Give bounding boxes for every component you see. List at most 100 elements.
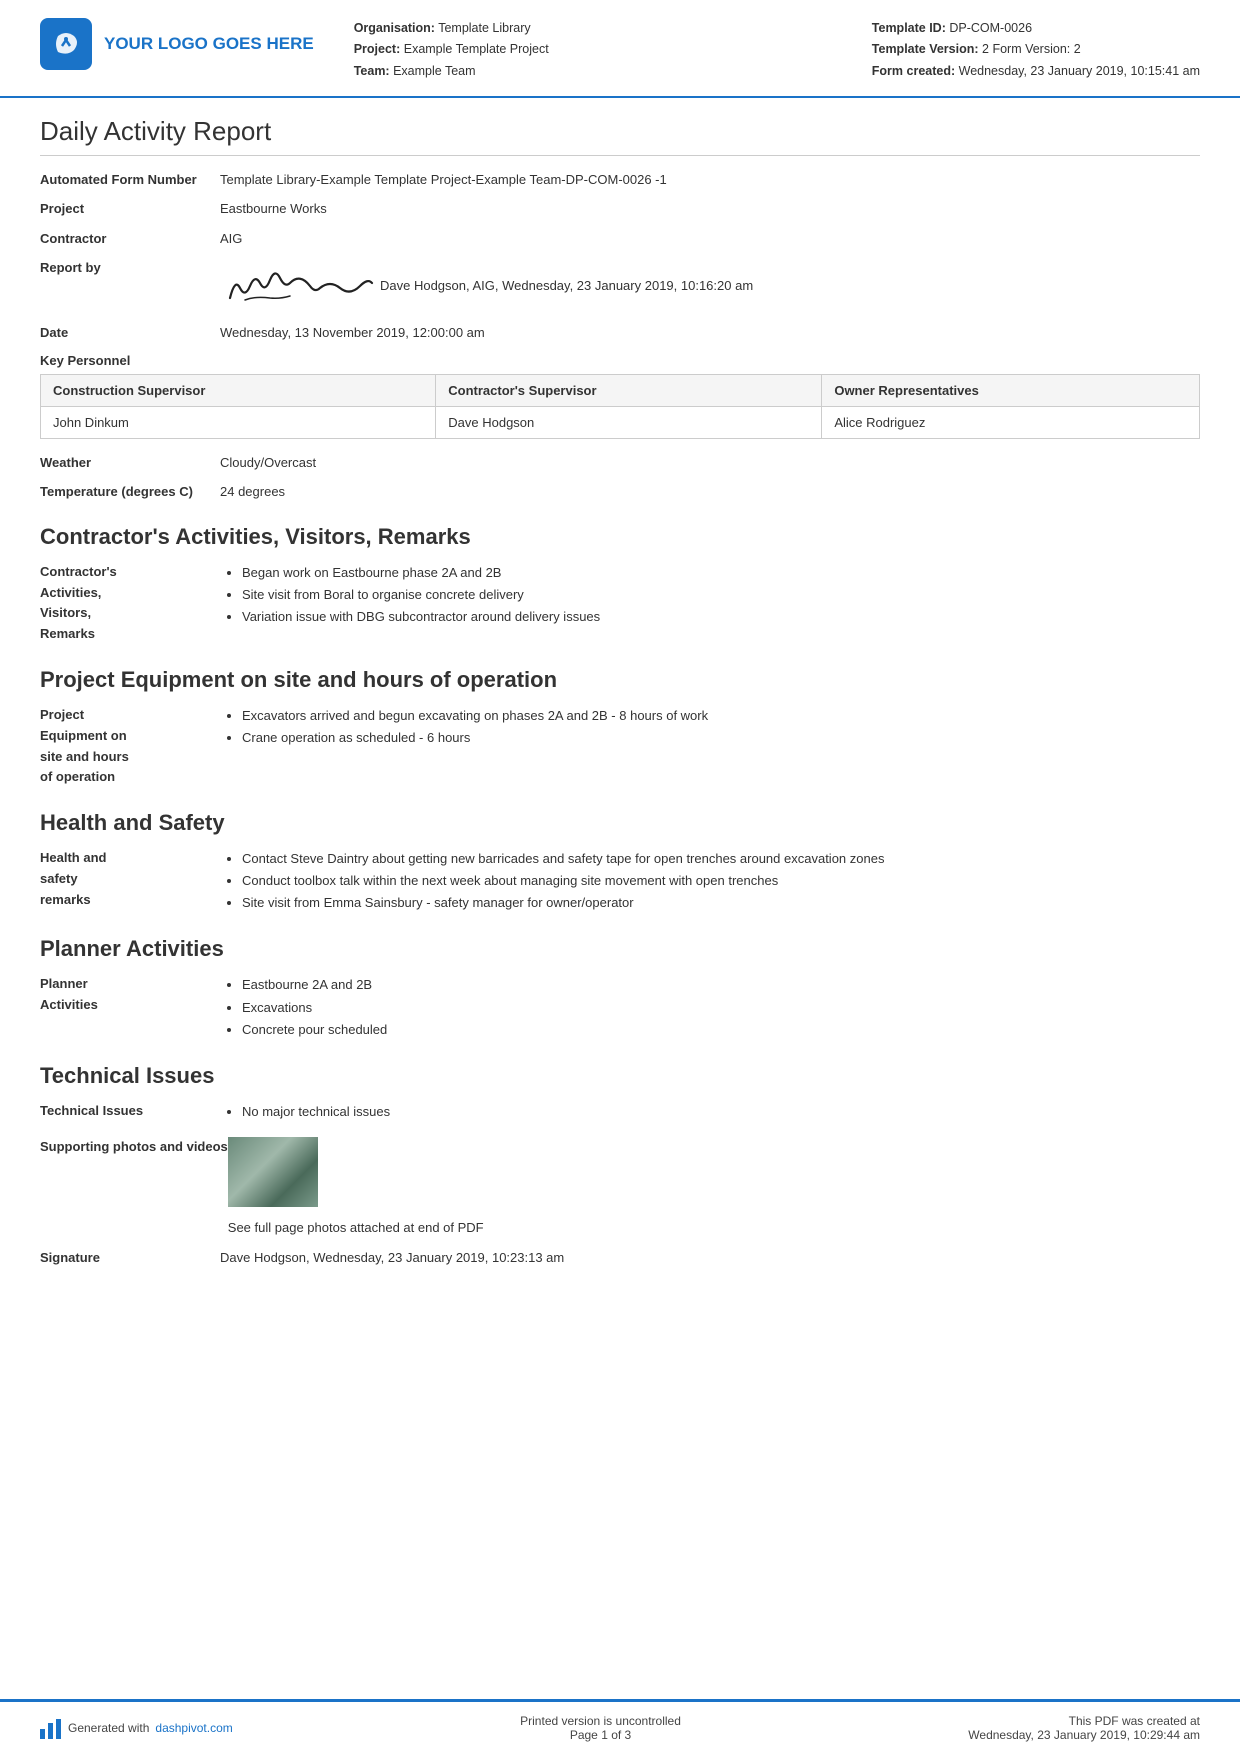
- header: YOUR LOGO GOES HERE Organisation: Templa…: [0, 0, 1240, 98]
- contractors-supervisor-value: Dave Hodgson: [436, 406, 822, 438]
- health-safety-label: Health andsafetyremarks: [40, 848, 220, 910]
- automated-form-number-label: Automated Form Number: [40, 170, 220, 190]
- date-label: Date: [40, 323, 220, 343]
- project-equipment-field: ProjectEquipment onsite and hoursof oper…: [40, 705, 1200, 788]
- list-item: No major technical issues: [242, 1101, 1200, 1123]
- weather-value: Cloudy/Overcast: [220, 453, 1200, 473]
- template-version-value: 2 Form Version: 2: [982, 42, 1081, 56]
- list-item: Variation issue with DBG subcontractor a…: [242, 606, 1200, 628]
- pdf-created-label: This PDF was created at: [968, 1714, 1200, 1728]
- page-text: Page 1 of 3: [520, 1728, 681, 1742]
- form-created-value: Wednesday, 23 January 2019, 10:15:41 am: [959, 64, 1200, 78]
- report-by-label: Report by: [40, 258, 220, 278]
- uncontrolled-text: Printed version is uncontrolled: [520, 1714, 681, 1728]
- list-item: Contact Steve Daintry about getting new …: [242, 848, 1200, 870]
- signature-graphic: [220, 258, 380, 313]
- footer-left: Generated with dashpivot.com: [40, 1717, 233, 1739]
- template-version-row: Template Version: 2 Form Version: 2: [872, 39, 1200, 60]
- project-equipment-label: ProjectEquipment onsite and hoursof oper…: [40, 705, 220, 788]
- personnel-table: Construction Supervisor Contractor's Sup…: [40, 374, 1200, 439]
- contractor-row: Contractor AIG: [40, 229, 1200, 249]
- key-personnel-section: Key Personnel Construction Supervisor Co…: [40, 353, 1200, 439]
- team-value: Example Team: [393, 64, 475, 78]
- list-item: Site visit from Boral to organise concre…: [242, 584, 1200, 606]
- logo-text: YOUR LOGO GOES HERE: [104, 34, 314, 54]
- date-row: Date Wednesday, 13 November 2019, 12:00:…: [40, 323, 1200, 343]
- contractors-activities-label: Contractor'sActivities,Visitors,Remarks: [40, 562, 220, 645]
- photo-thumbnail: [228, 1137, 318, 1207]
- health-safety-heading: Health and Safety: [40, 810, 1200, 836]
- project-equipment-heading: Project Equipment on site and hours of o…: [40, 667, 1200, 693]
- temperature-row: Temperature (degrees C) 24 degrees: [40, 482, 1200, 502]
- footer: Generated with dashpivot.com Printed ver…: [0, 1699, 1240, 1754]
- org-row: Organisation: Template Library: [354, 18, 872, 39]
- project-row: Project: Example Template Project: [354, 39, 872, 60]
- planner-activities-field: PlannerActivities Eastbourne 2A and 2B E…: [40, 974, 1200, 1040]
- main-content: Daily Activity Report Automated Form Num…: [0, 98, 1240, 1699]
- project-row: Project Eastbourne Works: [40, 199, 1200, 219]
- team-row: Team: Example Team: [354, 61, 872, 82]
- temperature-value: 24 degrees: [220, 482, 1200, 502]
- logo-icon: [40, 18, 92, 70]
- temperature-label: Temperature (degrees C): [40, 482, 220, 502]
- key-personnel-label: Key Personnel: [40, 353, 1200, 368]
- template-id-value: DP-COM-0026: [949, 21, 1032, 35]
- report-by-text: Dave Hodgson, AIG, Wednesday, 23 January…: [380, 276, 753, 296]
- col-construction-supervisor: Construction Supervisor: [41, 374, 436, 406]
- footer-right: This PDF was created at Wednesday, 23 Ja…: [968, 1714, 1200, 1742]
- supporting-photos-content: See full page photos attached at end of …: [228, 1137, 1200, 1238]
- contractor-label: Contractor: [40, 229, 220, 249]
- technical-issues-heading: Technical Issues: [40, 1063, 1200, 1089]
- project-equipment-list: Excavators arrived and begun excavating …: [220, 705, 1200, 749]
- project-field-value: Eastbourne Works: [220, 199, 1200, 219]
- list-item: Site visit from Emma Sainsbury - safety …: [242, 892, 1200, 914]
- form-created-label: Form created:: [872, 64, 955, 78]
- photo-thumbnail-img: [228, 1137, 318, 1207]
- report-title: Daily Activity Report: [40, 116, 1200, 156]
- supporting-photos-row: Supporting photos and videos See full pa…: [40, 1137, 1200, 1238]
- personnel-row: John Dinkum Dave Hodgson Alice Rodriguez: [41, 406, 1200, 438]
- planner-activities-list: Eastbourne 2A and 2B Excavations Concret…: [220, 974, 1200, 1040]
- logo-area: YOUR LOGO GOES HERE: [40, 18, 314, 70]
- technical-issues-field: Technical Issues No major technical issu…: [40, 1101, 1200, 1123]
- template-id-row: Template ID: DP-COM-0026: [872, 18, 1200, 39]
- page: YOUR LOGO GOES HERE Organisation: Templa…: [0, 0, 1240, 1754]
- project-label: Project:: [354, 42, 401, 56]
- technical-issues-label: Technical Issues: [40, 1101, 220, 1122]
- signature-label: Signature: [40, 1248, 220, 1268]
- col-contractors-supervisor: Contractor's Supervisor: [436, 374, 822, 406]
- health-safety-field: Health andsafetyremarks Contact Steve Da…: [40, 848, 1200, 914]
- planner-activities-heading: Planner Activities: [40, 936, 1200, 962]
- contractors-activities-heading: Contractor's Activities, Visitors, Remar…: [40, 524, 1200, 550]
- header-meta-center: Organisation: Template Library Project: …: [354, 18, 872, 82]
- header-meta-right: Template ID: DP-COM-0026 Template Versio…: [872, 18, 1200, 82]
- template-id-label: Template ID:: [872, 21, 946, 35]
- owner-rep-value: Alice Rodriguez: [822, 406, 1200, 438]
- project-value: Example Template Project: [404, 42, 549, 56]
- footer-center: Printed version is uncontrolled Page 1 o…: [520, 1714, 681, 1742]
- list-item: Excavators arrived and begun excavating …: [242, 705, 1200, 727]
- list-item: Excavations: [242, 997, 1200, 1019]
- footer-logo-icon: [40, 1717, 62, 1739]
- contractors-activities-field: Contractor'sActivities,Visitors,Remarks …: [40, 562, 1200, 645]
- contractors-activities-list: Began work on Eastbourne phase 2A and 2B…: [220, 562, 1200, 628]
- contractor-value: AIG: [220, 229, 1200, 249]
- form-created-row: Form created: Wednesday, 23 January 2019…: [872, 61, 1200, 82]
- list-item: Concrete pour scheduled: [242, 1019, 1200, 1041]
- org-value: Template Library: [438, 21, 530, 35]
- signature-row: Signature Dave Hodgson, Wednesday, 23 Ja…: [40, 1248, 1200, 1268]
- supporting-photos-label: Supporting photos and videos: [40, 1137, 228, 1157]
- footer-link-text: dashpivot.com: [155, 1721, 232, 1735]
- list-item: Crane operation as scheduled - 6 hours: [242, 727, 1200, 749]
- footer-link[interactable]: dashpivot.com: [155, 1721, 232, 1735]
- pdf-created-value: Wednesday, 23 January 2019, 10:29:44 am: [968, 1728, 1200, 1742]
- list-item: Eastbourne 2A and 2B: [242, 974, 1200, 996]
- signature-value: Dave Hodgson, Wednesday, 23 January 2019…: [220, 1248, 1200, 1268]
- report-by-value-area: Dave Hodgson, AIG, Wednesday, 23 January…: [220, 258, 1200, 313]
- report-by-row: Report by Dave Hodgson, AIG, Wednesday, …: [40, 258, 1200, 313]
- construction-supervisor-value: John Dinkum: [41, 406, 436, 438]
- planner-activities-label: PlannerActivities: [40, 974, 220, 1016]
- list-item: Conduct toolbox talk within the next wee…: [242, 870, 1200, 892]
- technical-issues-list: No major technical issues: [220, 1101, 1200, 1123]
- weather-label: Weather: [40, 453, 220, 473]
